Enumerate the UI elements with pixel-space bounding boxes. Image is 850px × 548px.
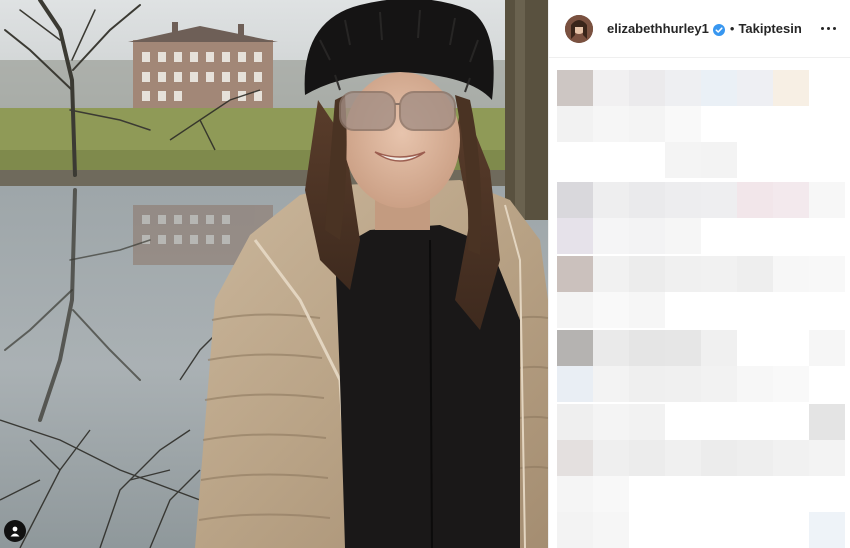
following-button[interactable]: Takiptesin — [738, 21, 801, 36]
post-side-panel: elizabethhurley1 • Takiptesin — [548, 0, 850, 548]
separator-dot: • — [729, 21, 735, 36]
post-header: elizabethhurley1 • Takiptesin — [549, 0, 850, 58]
more-options-icon[interactable] — [813, 21, 836, 36]
verified-badge-icon — [712, 23, 725, 36]
username-link[interactable]: elizabethhurley1 — [607, 21, 709, 36]
photo-scene — [0, 0, 548, 548]
user-tag-icon[interactable] — [4, 520, 26, 542]
avatar[interactable] — [565, 14, 593, 43]
post-photo[interactable] — [0, 0, 548, 548]
blurred-comments-area — [557, 70, 849, 548]
